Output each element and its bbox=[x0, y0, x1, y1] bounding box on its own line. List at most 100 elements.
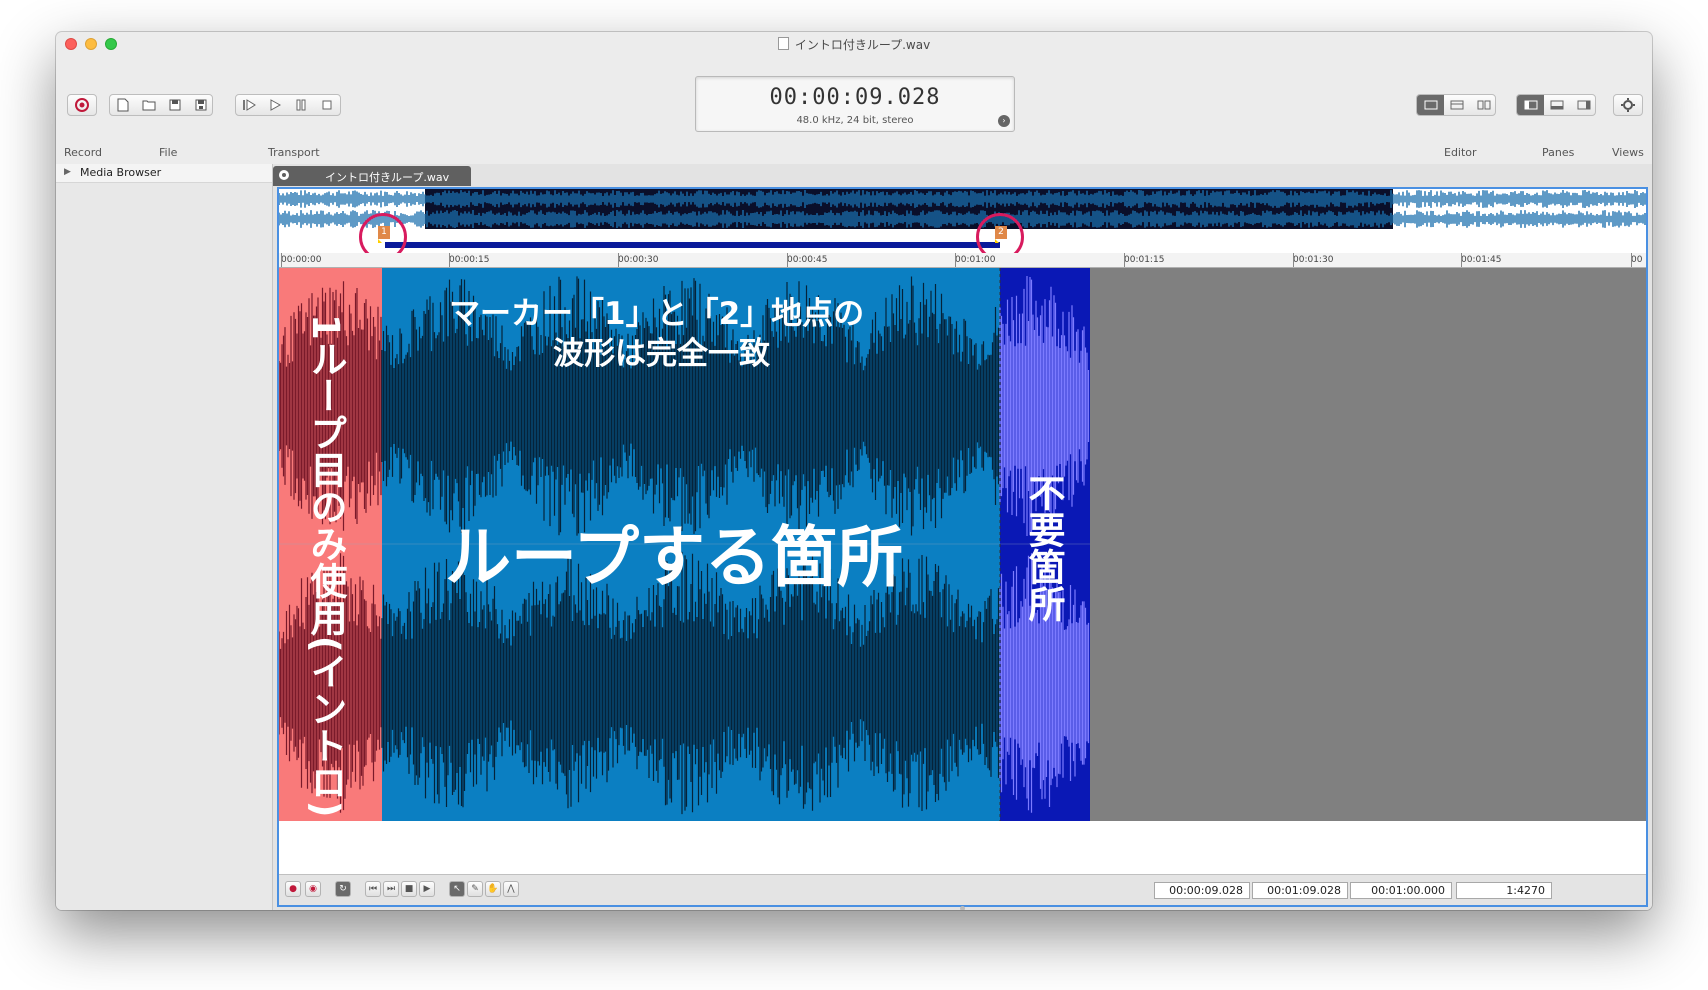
ruler-tick: 00 bbox=[1631, 253, 1643, 267]
document-icon bbox=[777, 37, 789, 50]
intro-section-label: 1ループ目のみ使用(イントロ) bbox=[304, 314, 347, 818]
selection-end-field[interactable]: 00:01:09.028 bbox=[1252, 882, 1348, 899]
stop-button[interactable] bbox=[314, 95, 340, 115]
bottom-pane-icon bbox=[1550, 100, 1564, 110]
time-ruler[interactable]: 00:00:00 00:00:15 00:00:30 00:00:45 00:0… bbox=[279, 253, 1646, 268]
loop-range-bar[interactable] bbox=[385, 242, 1000, 248]
file-tab[interactable]: イントロ付きループ.wav bbox=[273, 166, 471, 186]
pane-bottom-button[interactable] bbox=[1544, 95, 1570, 115]
window-title: イントロ付きループ.wav bbox=[794, 38, 931, 52]
ruler-tick: 00:01:00 bbox=[955, 253, 996, 267]
selection-tool-button[interactable]: ↖ bbox=[449, 881, 465, 897]
play-small-button[interactable]: ▶ bbox=[419, 881, 435, 897]
file-label: File bbox=[159, 146, 178, 159]
pencil-tool-button[interactable]: ✎ bbox=[467, 881, 483, 897]
editor-compare-button[interactable] bbox=[1470, 95, 1497, 115]
save-as-button[interactable] bbox=[188, 95, 214, 115]
disclosure-triangle-icon[interactable]: ▶ bbox=[64, 167, 71, 177]
left-pane-icon bbox=[1524, 100, 1537, 110]
views-label: Views bbox=[1612, 146, 1644, 159]
record-icon bbox=[75, 98, 89, 112]
record-small-icon: ● bbox=[289, 884, 297, 894]
file-button-group bbox=[109, 94, 213, 116]
tab-record-icon[interactable] bbox=[279, 170, 289, 180]
views-button[interactable] bbox=[1613, 94, 1643, 116]
record-arm-icon: ◉ bbox=[309, 884, 317, 894]
right-pane-icon bbox=[1577, 100, 1590, 110]
new-file-button[interactable] bbox=[110, 95, 136, 115]
transport-label: Transport bbox=[268, 146, 320, 159]
compare-icon bbox=[1477, 100, 1490, 110]
hand-tool-button[interactable]: ✋ bbox=[485, 881, 501, 897]
arrow-right-icon[interactable]: › bbox=[998, 115, 1010, 127]
record-small-button[interactable]: ● bbox=[285, 881, 301, 897]
arrow-pointer-icon: ↖ bbox=[453, 884, 461, 894]
stop-small-icon: ■ bbox=[404, 884, 414, 894]
pane-right-button[interactable] bbox=[1570, 95, 1597, 115]
editor-bottom-bar: ● ◉ ↻ ⏮ ⏭ ■ ▶ ↖ ✎ ✋ ⋀ 00:00:09.028 00:01… bbox=[279, 874, 1646, 905]
hand-icon: ✋ bbox=[487, 884, 499, 894]
pane-resize-handle[interactable] bbox=[960, 906, 965, 910]
marker-note-line2: 波形は完全一致 bbox=[553, 336, 770, 372]
zoom-level-field[interactable]: 1:4270 bbox=[1456, 882, 1552, 899]
skip-back-icon: ⏮ bbox=[368, 884, 378, 894]
record-arm-button[interactable]: ◉ bbox=[305, 881, 321, 897]
media-browser-row[interactable]: ▶ Media Browser bbox=[56, 164, 272, 183]
go-to-end-button[interactable]: ⏭ bbox=[383, 881, 399, 897]
transport-button-group bbox=[235, 94, 341, 116]
play-from-start-icon bbox=[243, 99, 256, 111]
waveform-editor[interactable]: 1 2 00:00:00 00:00:15 00:00:30 00:00:45 … bbox=[277, 187, 1648, 907]
overview-waveform-graphic bbox=[279, 189, 1646, 229]
tab-label: イントロ付きループ.wav bbox=[325, 171, 450, 184]
editor-overview-button[interactable] bbox=[1444, 95, 1470, 115]
open-file-button[interactable] bbox=[136, 95, 162, 115]
time-display[interactable]: 00:00:09.028 48.0 kHz, 24 bit, stereo › bbox=[695, 76, 1015, 132]
selection-start-field[interactable]: 00:00:09.028 bbox=[1154, 882, 1250, 899]
loop-icon: ↻ bbox=[339, 884, 347, 894]
save-file-button[interactable] bbox=[162, 95, 188, 115]
stop-small-button[interactable]: ■ bbox=[401, 881, 417, 897]
sidebar: ▶ Media Browser bbox=[56, 164, 273, 910]
overview-icon bbox=[1450, 100, 1464, 110]
save-as-icon bbox=[195, 99, 207, 111]
loop-toggle-button[interactable]: ↻ bbox=[335, 881, 351, 897]
main-content: イントロ付きループ.wav 1 2 00:00:00 00:00:15 00:0… bbox=[273, 164, 1652, 910]
play-button[interactable] bbox=[262, 95, 288, 115]
pane-left-button[interactable] bbox=[1517, 95, 1544, 115]
go-to-start-button[interactable]: ⏮ bbox=[365, 881, 381, 897]
play-from-start-button[interactable] bbox=[236, 95, 262, 115]
overview-waveform[interactable] bbox=[279, 189, 1646, 229]
pause-button[interactable] bbox=[288, 95, 314, 115]
save-icon bbox=[169, 99, 181, 111]
ruler-tick: 00:00:30 bbox=[618, 253, 659, 267]
gear-icon bbox=[1621, 98, 1635, 112]
media-browser-label: Media Browser bbox=[80, 166, 162, 179]
ruler-tick: 00:01:15 bbox=[1124, 253, 1165, 267]
ruler-tick: 00:01:45 bbox=[1461, 253, 1502, 267]
pause-icon bbox=[296, 99, 306, 111]
panes-label: Panes bbox=[1542, 146, 1575, 159]
record-button[interactable] bbox=[67, 94, 97, 116]
ruler-tick: 00:00:00 bbox=[281, 253, 322, 267]
toolbar: 00:00:09.028 48.0 kHz, 24 bit, stereo › bbox=[56, 54, 1652, 164]
stop-icon bbox=[322, 100, 332, 110]
envelope-tool-button[interactable]: ⋀ bbox=[503, 881, 519, 897]
play-small-icon: ▶ bbox=[423, 884, 431, 894]
editor-button-group bbox=[1416, 94, 1496, 116]
panes-button-group bbox=[1516, 94, 1596, 116]
open-folder-icon bbox=[142, 100, 156, 111]
app-window: イントロ付きループ.wav 00:00:09.028 48.0 kHz, 24 … bbox=[56, 32, 1652, 910]
selection-length-field[interactable]: 00:01:00.000 bbox=[1350, 882, 1452, 899]
marker-note-line1: マーカー「1」と「2」地点の bbox=[449, 296, 865, 332]
ruler-tick: 00:00:15 bbox=[449, 253, 490, 267]
unneeded-section-label: 不要箇所 bbox=[1022, 474, 1065, 622]
record-label: Record bbox=[64, 146, 103, 159]
editor-single-view-button[interactable] bbox=[1417, 95, 1444, 115]
main-waveform[interactable]: マーカー「1」と「2」地点の 波形は完全一致 ループする箇所 1ループ目のみ使用… bbox=[279, 268, 1646, 821]
format-info: 48.0 kHz, 24 bit, stereo bbox=[796, 115, 914, 126]
ruler-tick: 00:01:30 bbox=[1293, 253, 1334, 267]
loop-section-label: ループする箇所 bbox=[445, 519, 904, 596]
editor-label: Editor bbox=[1444, 146, 1477, 159]
ruler-tick: 00:00:45 bbox=[787, 253, 828, 267]
title-bar: イントロ付きループ.wav bbox=[56, 32, 1652, 54]
